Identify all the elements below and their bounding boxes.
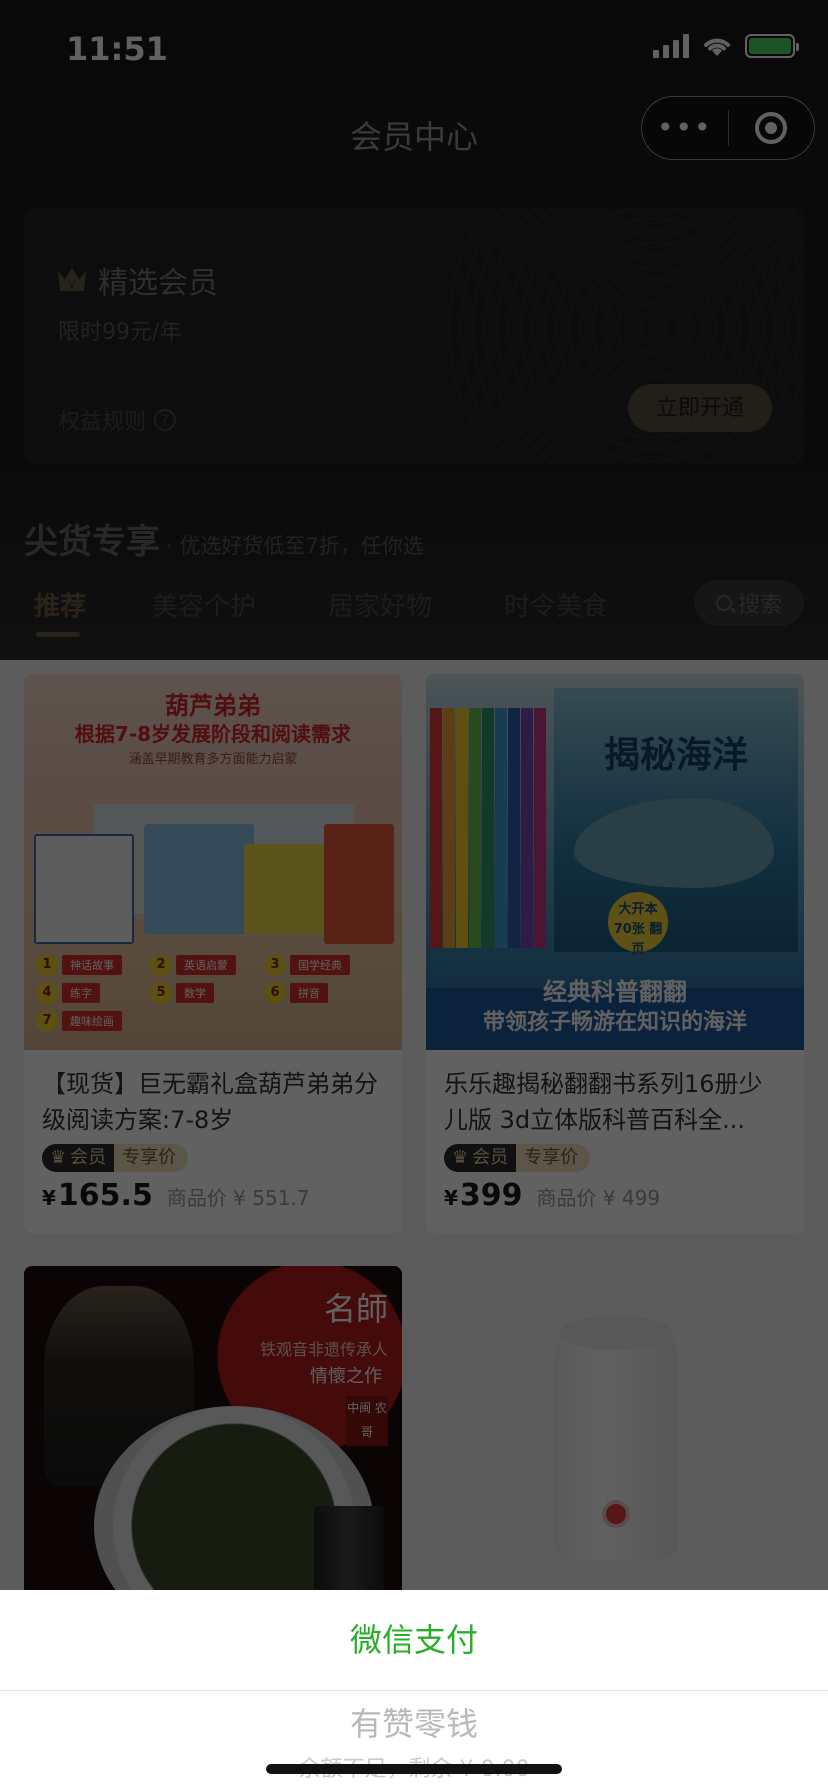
miniprogram-capsule: ••• (641, 96, 815, 160)
product-image: 揭秘海洋 大开本 70张 翻页 经典科普翻翻 带领孩子畅游在知识的海洋 (426, 674, 804, 1050)
image-headline: 葫芦弟弟 (165, 692, 261, 720)
home-indicator[interactable] (266, 1764, 562, 1774)
feature-tag: 7 趣味绘画 (36, 1010, 146, 1032)
member-header: 11:51 会员中心 ••• V 精选会员 限时99元/年 权益规则 ? 立即开… (0, 0, 828, 660)
page: 11:51 会员中心 ••• V 精选会员 限时99元/年 权益规则 ? 立即开… (0, 0, 828, 1792)
feature-tag: 5 数学 (150, 982, 260, 1004)
feature-tag: 6 拼音 (264, 982, 374, 1004)
section-header: 尖货专享 · 优选好货低至7折，任你选 (24, 514, 424, 563)
tab-home-goods[interactable]: 居家好物 (328, 586, 432, 623)
benefit-rules-label: 权益规则 (58, 410, 147, 435)
product-name: 【现货】巨无霸礼盒葫芦弟弟分级阅读方案:7-8岁 (42, 1070, 378, 1134)
youzan-change-label: 有赞零钱 (349, 1705, 478, 1743)
original-price: 商品价 ¥ 499 (536, 1186, 661, 1210)
price-row: ¥399 商品价 ¥ 499 (426, 1172, 804, 1233)
book-cover (144, 824, 254, 934)
image-subheadline: 根据7-8岁发展阶段和阅读需求 (74, 722, 352, 746)
wifi-icon (704, 38, 730, 56)
price-row: ¥165.5 商品价 ¥ 551.7 (24, 1172, 402, 1233)
search-label: 搜索 (737, 593, 782, 618)
image-title: 名師 (323, 1290, 388, 1328)
more-options-icon[interactable]: ••• (642, 96, 728, 160)
product-image (426, 1266, 804, 1646)
wechat-pay-option[interactable]: 微信支付 (0, 1590, 828, 1690)
member-price-badge: ♛ 会员 专享价 (24, 1138, 402, 1172)
benefit-rules-link[interactable]: 权益规则 ? (58, 404, 177, 436)
payment-action-sheet: 微信支付 有赞零钱 余额不足，剩余 ¥ 0.00 (0, 1590, 828, 1792)
search-button[interactable]: 搜索 (694, 580, 804, 626)
member-price-value: ¥399 (444, 1178, 523, 1213)
section-subtitle: · 优选好货低至7折，任你选 (166, 534, 424, 558)
member-tier-name: 精选会员 (98, 266, 218, 301)
crown-icon: ♛ (452, 1147, 469, 1168)
open-membership-button[interactable]: 立即开通 (628, 384, 772, 432)
category-tabs: 推荐 美容个护 居家好物 时令美食 搜索 (0, 580, 828, 640)
feature-tags: 1 神话故事 2 英语启蒙 3 国学经典 4 练字 5 数学 6 拼音 7 趣味绘画 (36, 954, 374, 1032)
close-miniprogram-button[interactable] (729, 112, 815, 144)
battery-icon (745, 34, 799, 58)
status-bar: 11:51 (0, 0, 828, 100)
crown-icon: ♛ (50, 1147, 67, 1168)
cover-title: 揭秘海洋 (603, 735, 748, 776)
image-tagline: 情懷之作 (310, 1366, 382, 1387)
brand-seal: 中闽 农哥 (346, 1396, 388, 1446)
banner-line-1: 经典科普翻翻 (543, 978, 687, 1006)
search-icon (715, 595, 732, 611)
tab-beauty[interactable]: 美容个护 (152, 586, 256, 623)
help-icon: ? (154, 409, 177, 431)
product-card[interactable] (426, 1266, 804, 1646)
product-image: 葫芦弟弟 根据7-8岁发展阶段和阅读需求 涵盖早期教育多方面能力启蒙 1 神话故事… (24, 674, 402, 1050)
tab-seasonal-food[interactable]: 时令美食 (504, 586, 608, 623)
feature-tag: 3 国学经典 (264, 954, 374, 976)
book-cover (34, 834, 134, 944)
product-image: 名師 铁观音非遗传承人 情懷之作 中闽 农哥 (24, 1266, 402, 1646)
member-card: V 精选会员 限时99元/年 权益规则 ? 立即开通 (24, 208, 804, 464)
crown-icon: V (58, 268, 86, 291)
cellular-signal-icon (653, 34, 689, 58)
tab-recommended[interactable]: 推荐 (34, 586, 86, 623)
sheet-divider (0, 1690, 828, 1691)
product-card[interactable]: 名師 铁观音非遗传承人 情懷之作 中闽 农哥 (24, 1266, 402, 1646)
feature-tag: 4 练字 (36, 982, 146, 1004)
humidifier-power-button (602, 1500, 630, 1528)
member-price: 限时99元/年 (58, 320, 182, 345)
status-icons (653, 34, 799, 58)
target-icon (755, 112, 788, 144)
book-cover (324, 824, 394, 944)
product-card[interactable]: 葫芦弟弟 根据7-8岁发展阶段和阅读需求 涵盖早期教育多方面能力启蒙 1 神话故事… (24, 674, 402, 1233)
book-spines (430, 708, 547, 948)
feature-badge: 大开本 70张 翻页 (608, 892, 668, 957)
svg-text:V: V (69, 280, 76, 291)
feature-tag: 1 神话故事 (36, 954, 146, 976)
book-cover: 揭秘海洋 (554, 688, 798, 952)
feature-tag: 2 英语启蒙 (150, 954, 260, 976)
member-card-title: V 精选会员 (56, 258, 218, 302)
product-name: 乐乐趣揭秘翻翻书系列16册少儿版 3d立体版科普百科全... (444, 1070, 763, 1134)
banner-line-2: 带领孩子畅游在知识的海洋 (482, 1010, 747, 1035)
active-tab-indicator (36, 632, 80, 637)
member-price-badge: ♛ 会员 专享价 (426, 1138, 804, 1172)
original-price: 商品价 ¥ 551.7 (166, 1186, 310, 1210)
status-time: 11:51 (66, 30, 168, 68)
image-caption: 涵盖早期教育多方面能力启蒙 (128, 752, 298, 767)
whale-illustration (574, 798, 774, 888)
section-title: 尖货专享 (24, 522, 160, 562)
product-card[interactable]: 揭秘海洋 大开本 70张 翻页 经典科普翻翻 带领孩子畅游在知识的海洋 乐乐趣揭… (426, 674, 804, 1233)
humidifier-top (560, 1316, 672, 1350)
image-subtitle: 铁观音非遗传承人 (259, 1340, 388, 1359)
member-price-value: ¥165.5 (42, 1178, 153, 1213)
